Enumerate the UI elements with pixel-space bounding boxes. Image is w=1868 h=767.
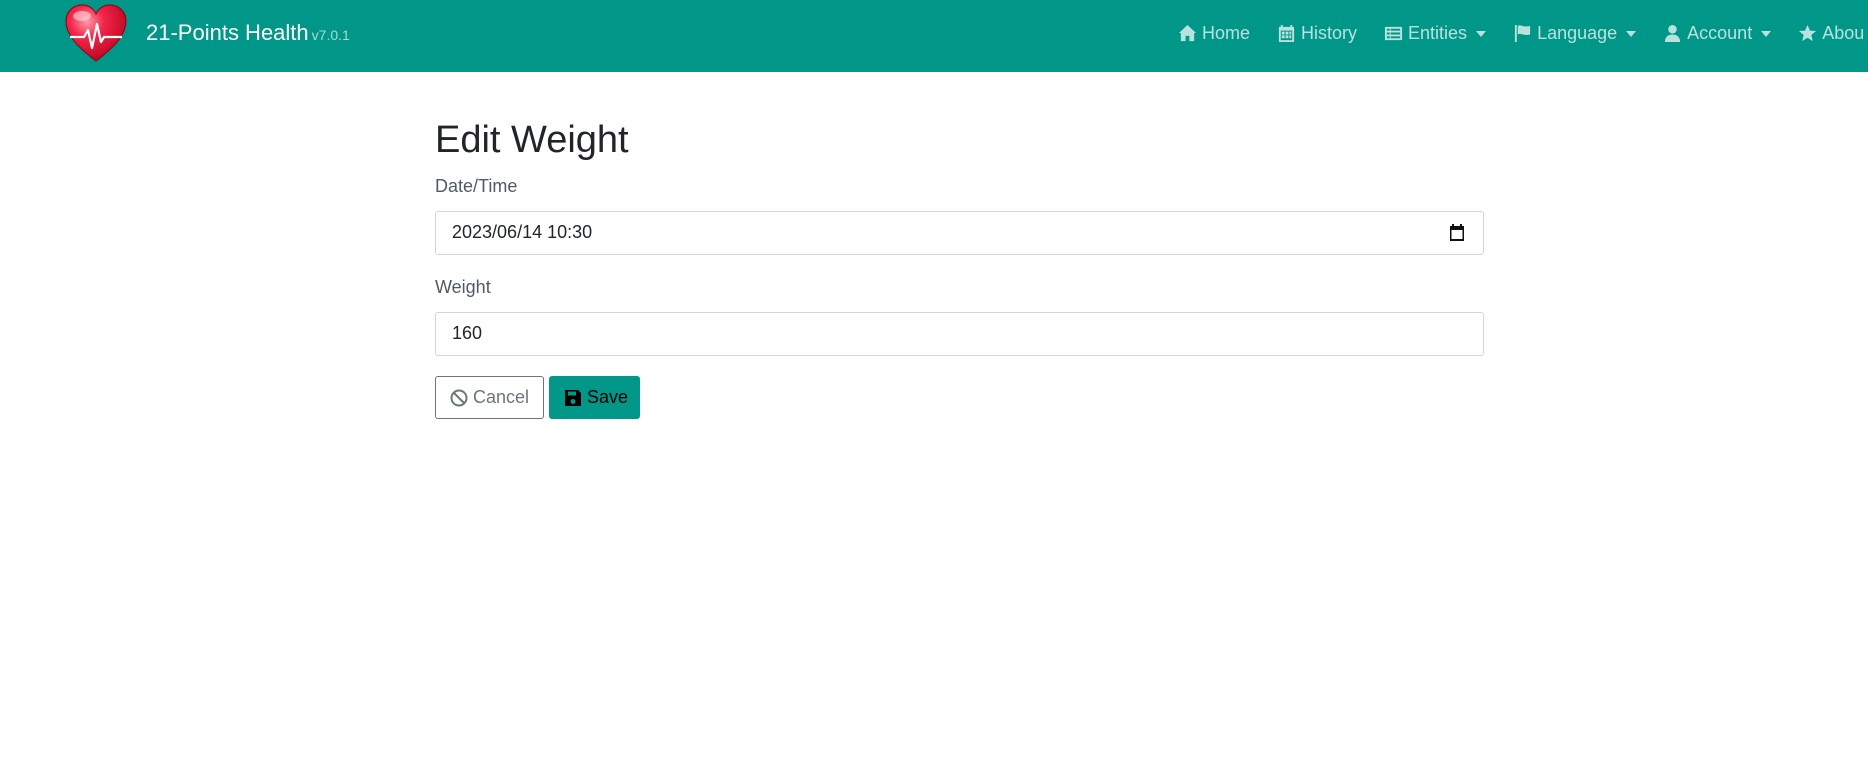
nav-item-about[interactable]: Abou bbox=[1798, 23, 1864, 44]
user-icon bbox=[1665, 24, 1681, 42]
calendar-picker-icon[interactable] bbox=[1449, 224, 1465, 241]
cancel-button-label: Cancel bbox=[473, 387, 530, 407]
nav-item-home-label: Home bbox=[1202, 22, 1251, 43]
ban-icon bbox=[450, 389, 468, 406]
chevron-down-icon bbox=[1626, 30, 1637, 37]
save-button[interactable]: Save bbox=[549, 376, 640, 419]
heart-pulse-logo bbox=[65, 4, 127, 62]
table-list-icon bbox=[1384, 26, 1403, 40]
nav-item-entities[interactable]: Entities bbox=[1384, 22, 1487, 44]
nav-menu: Home History Entities Language Account A… bbox=[1178, 0, 1868, 66]
chevron-down-icon bbox=[1761, 30, 1772, 37]
navbar: 21-Points Health v7.0.1 Home History Enti… bbox=[0, 0, 1868, 72]
cancel-button[interactable]: Cancel bbox=[435, 376, 544, 419]
nav-item-account[interactable]: Account bbox=[1663, 22, 1772, 44]
weight-value: 160 bbox=[452, 323, 483, 343]
save-button-label: Save bbox=[587, 387, 629, 407]
nav-item-history-label: History bbox=[1301, 22, 1358, 43]
nav-item-language-label: Language bbox=[1537, 22, 1618, 43]
brand-title: 21-Points Health v7.0.1 bbox=[146, 20, 350, 46]
datetime-value: 2023/06/14 10:30 bbox=[452, 222, 593, 242]
calendar-icon bbox=[1278, 24, 1295, 42]
datetime-label: Date/Time bbox=[435, 176, 518, 196]
nav-item-home[interactable]: Home bbox=[1178, 23, 1250, 44]
nav-item-about-label: Abou bbox=[1822, 22, 1865, 43]
datetime-field[interactable]: 2023/06/14 10:30 bbox=[435, 211, 1484, 255]
brand-version: v7.0.1 bbox=[311, 27, 350, 43]
brand[interactable]: 21-Points Health v7.0.1 bbox=[64, 4, 350, 64]
nav-item-account-label: Account bbox=[1687, 22, 1753, 43]
page-title: Edit Weight bbox=[435, 119, 629, 161]
home-icon bbox=[1178, 24, 1197, 41]
floppy-disk-icon bbox=[565, 389, 581, 406]
star-icon bbox=[1799, 24, 1817, 41]
nav-item-language[interactable]: Language bbox=[1513, 22, 1637, 44]
nav-item-history[interactable]: History bbox=[1277, 23, 1357, 44]
nav-item-entities-label: Entities bbox=[1408, 22, 1468, 43]
flag-icon bbox=[1514, 24, 1531, 42]
weight-field[interactable]: 160 bbox=[435, 312, 1484, 356]
brand-name: 21-Points Health bbox=[146, 20, 309, 45]
chevron-down-icon bbox=[1476, 30, 1487, 37]
weight-label: Weight bbox=[435, 277, 491, 297]
